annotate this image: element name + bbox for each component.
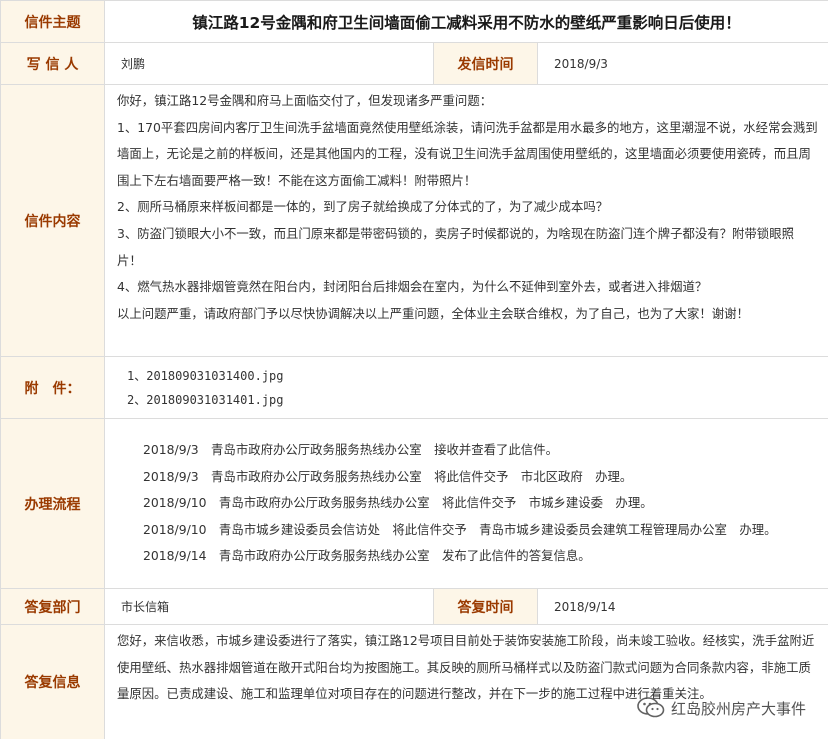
- reply-row: 答复信息 您好，来信收悉，市城乡建设委进行了落实，镇江路12号项目目前处于装饰安…: [0, 624, 828, 739]
- letter-paragraph: 2、厕所马桶原来样板间都是一体的，到了房子就给换成了分体式的了，为了减少成本吗？: [117, 199, 609, 215]
- letter-content-row: 信件内容 你好，镇江路12号金隅和府马上面临交付了，但发现诸多严重问题： 1、1…: [0, 84, 828, 357]
- letter-content-label: 信件内容: [0, 84, 105, 357]
- process-entry: 2018/9/14 青岛市政府办公厅政务服务热线办公室 发布了此信件的答复信息。: [143, 548, 591, 564]
- reply-content: 您好，来信收悉，市城乡建设委进行了落实，镇江路12号项目目前处于装饰安装施工阶段…: [103, 624, 828, 739]
- reply-dept-label: 答复部门: [0, 588, 105, 625]
- reply-dept-value: 市长信箱: [104, 588, 434, 625]
- letter-paragraph: 你好，镇江路12号金隅和府马上面临交付了，但发现诸多严重问题：: [117, 93, 493, 108]
- reply-dept-row: 答复部门 市长信箱 答复时间 2018/9/14: [0, 588, 828, 625]
- process-label: 办理流程: [0, 418, 105, 589]
- reply-label: 答复信息: [0, 624, 105, 739]
- attachment-link[interactable]: 2、201809031031401.jpg: [127, 393, 284, 407]
- process-entry: 2018/9/3 青岛市政府办公厅政务服务热线办公室 将此信件交予 市北区政府 …: [143, 468, 633, 484]
- process-entry: 2018/9/10 青岛市城乡建设委员会信访处 将此信件交予 青岛市城乡建设委员…: [143, 521, 777, 537]
- reply-time-value: 2018/9/14: [536, 588, 828, 625]
- process-entry: 2018/9/10 青岛市政府办公厅政务服务热线办公室 将此信件交予 市城乡建设…: [143, 495, 653, 511]
- process-entry: 2018/9/3 青岛市政府办公厅政务服务热线办公室 接收并查看了此信件。: [143, 442, 558, 458]
- subject-row: 信件主题 镇江路12号金隅和府卫生间墙面偷工减料采用不防水的壁纸严重影响日后使用…: [0, 0, 828, 43]
- watermark-text: 红岛胶州房产大事件: [670, 699, 806, 718]
- letter-paragraph: 以上问题严重，请政府部门予以尽快协调解决以上严重问题，全体业主会联合维权，为了自…: [117, 305, 749, 321]
- attachments-row: 附 件： 1、201809031031400.jpg 2、20180903103…: [0, 356, 828, 419]
- writer-label: 写 信 人: [0, 42, 105, 85]
- reply-time-label: 答复时间: [433, 588, 538, 625]
- attachment-link[interactable]: 1、201809031031400.jpg: [127, 369, 284, 383]
- subject-value: 镇江路12号金隅和府卫生间墙面偷工减料采用不防水的壁纸严重影响日后使用！: [103, 0, 828, 43]
- attachments-label: 附 件：: [0, 356, 105, 419]
- reply-text: 您好，来信收悉，市城乡建设委进行了落实，镇江路12号项目目前处于装饰安装施工阶段…: [117, 633, 815, 702]
- letter-paragraph: 3、防盗门锁眼大小不一致，而且门原来都是带密码锁的，卖房子时候都说的，为啥现在防…: [117, 225, 794, 268]
- wechat-icon: [637, 697, 665, 718]
- watermark: 红岛胶州房产大事件: [637, 697, 806, 719]
- letter-detail-table: 信件主题 镇江路12号金隅和府卫生间墙面偷工减料采用不防水的壁纸严重影响日后使用…: [0, 0, 828, 739]
- writer-value: 刘鹏: [104, 42, 434, 85]
- subject-label: 信件主题: [0, 0, 105, 43]
- letter-detail-page: 信件主题 镇江路12号金隅和府卫生间墙面偷工减料采用不防水的壁纸严重影响日后使用…: [0, 0, 828, 739]
- sent-time-value: 2018/9/3: [536, 42, 828, 85]
- letter-paragraph: 4、燃气热水器排烟管竟然在阳台内，封闭阳台后排烟会在室内，为什么不延伸到室外去，…: [117, 279, 708, 295]
- letter-paragraph: 1、170平套四房间内客厅卫生间洗手盆墙面竟然使用壁纸涂装，请问洗手盆都是用水最…: [117, 119, 818, 188]
- process-row: 办理流程 2018/9/3 青岛市政府办公厅政务服务热线办公室 接收并查看了此信…: [0, 418, 828, 589]
- sent-time-label: 发信时间: [433, 42, 538, 85]
- letter-content: 你好，镇江路12号金隅和府马上面临交付了，但发现诸多严重问题： 1、170平套四…: [103, 84, 828, 357]
- writer-row: 写 信 人 刘鹏 发信时间 2018/9/3: [0, 42, 828, 85]
- process-entries: 2018/9/3 青岛市政府办公厅政务服务热线办公室 接收并查看了此信件。 20…: [103, 418, 828, 589]
- attachments-list: 1、201809031031400.jpg 2、201809031031401.…: [103, 356, 828, 419]
